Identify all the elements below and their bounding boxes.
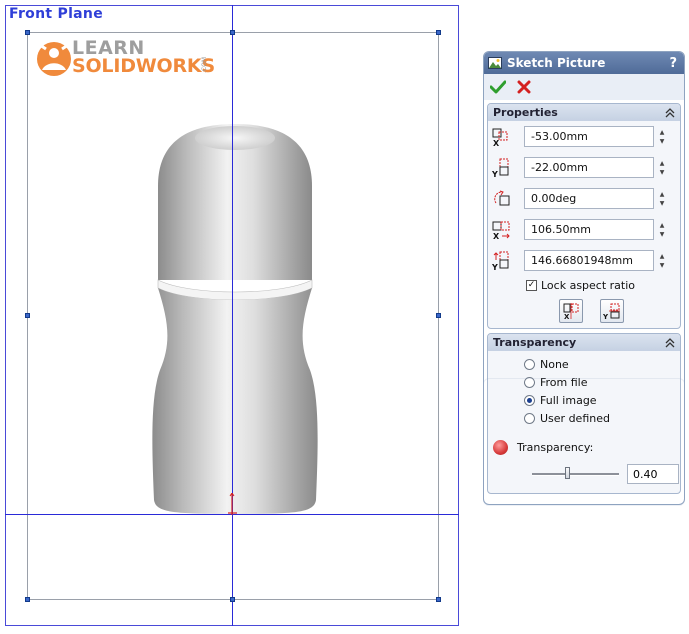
learnsolidworks-logo-icon <box>37 42 71 76</box>
transparency-ball-icon <box>493 439 508 455</box>
resize-handle-bottom-left[interactable] <box>25 597 30 602</box>
width-field[interactable]: 106.50mm <box>524 219 654 240</box>
logo-line2: SOLIDWORKS <box>72 55 215 77</box>
lock-aspect-ratio-label: Lock aspect ratio <box>541 278 636 292</box>
height-row: Y 146.66801948mm ▲ ▼ <box>488 245 680 276</box>
flip-vertical-button[interactable]: Y <box>599 299 624 323</box>
width-icon: X <box>492 221 510 240</box>
transparency-option-full-image[interactable]: Full image <box>488 391 680 409</box>
properties-header-label: Properties <box>493 106 558 119</box>
x-position-icon: X <box>492 128 508 147</box>
height-spinner[interactable]: ▲ ▼ <box>657 250 667 271</box>
lock-aspect-ratio-checkbox[interactable]: ✓ <box>526 279 537 291</box>
logo-wordmark: LEARN SOLIDWORKS <box>72 39 215 77</box>
resize-handle-middle-right[interactable] <box>436 313 441 318</box>
radio-full-image[interactable] <box>524 394 535 406</box>
sketch-origin-icon <box>228 493 237 515</box>
sketch-picture-property-manager: Sketch Picture ? Properties X -53.00mm ▲… <box>483 51 685 505</box>
y-position-icon: Y <box>492 158 509 178</box>
transparency-group-header[interactable]: Transparency <box>488 334 680 351</box>
help-button[interactable]: ? <box>669 56 677 71</box>
option-none-label: None <box>540 357 569 371</box>
transparency-value-field[interactable]: 0.40 <box>627 464 679 484</box>
angle-field[interactable]: 0.00deg <box>524 188 654 209</box>
resize-handle-top-right[interactable] <box>436 30 441 35</box>
transparency-option-user-defined[interactable]: User defined <box>488 409 680 427</box>
flip-vertical-icon: Y <box>603 303 620 320</box>
collapse-chevrons-icon[interactable] <box>665 337 675 348</box>
height-field[interactable]: 146.66801948mm <box>524 250 654 271</box>
option-from-file-label: From file <box>540 375 588 389</box>
transparency-slider-thumb[interactable] <box>565 466 570 479</box>
y-position-row: Y -22.00mm ▲ ▼ <box>488 152 680 183</box>
x-position-spinner[interactable]: ▲ ▼ <box>657 126 667 147</box>
svg-text:Y: Y <box>492 170 498 178</box>
x-position-row: X -53.00mm ▲ ▼ <box>488 121 680 152</box>
option-full-image-label: Full image <box>540 393 597 407</box>
properties-group: Properties X -53.00mm ▲▼ Y -22.00mm ▲▼ <box>487 103 681 329</box>
resize-handle-top-center[interactable] <box>230 30 235 35</box>
action-bar <box>484 74 684 100</box>
flip-buttons: X Y <box>488 294 680 328</box>
transparency-option-none[interactable]: None <box>488 355 680 373</box>
svg-text:X: X <box>564 313 570 320</box>
svg-text:X: X <box>493 232 500 240</box>
resize-handle-bottom-right[interactable] <box>436 597 441 602</box>
logo-suffix: .COM <box>201 57 208 73</box>
radio-from-file[interactable] <box>524 376 535 388</box>
transparency-header-label: Transparency <box>493 336 577 349</box>
transparency-value-row: Transparency: <box>488 435 680 459</box>
transparency-slider-label: Transparency: <box>517 440 594 454</box>
vertical-sketch-line[interactable] <box>232 5 233 626</box>
angle-spinner[interactable]: ▲ ▼ <box>657 188 667 209</box>
property-manager-title: Sketch Picture <box>507 56 606 70</box>
collapse-chevrons-icon[interactable] <box>665 107 675 118</box>
angle-row: 0.00deg ▲ ▼ <box>488 183 680 214</box>
transparency-group: Transparency None From file Full image U… <box>487 333 681 494</box>
flip-horizontal-button[interactable]: X <box>558 299 583 323</box>
resize-handle-bottom-center[interactable] <box>230 597 235 602</box>
graphics-area[interactable]: Front Plane LEARN SOLIDWORKS .COM <box>0 0 470 634</box>
transparency-slider[interactable] <box>532 466 619 479</box>
svg-text:X: X <box>493 139 500 147</box>
cancel-x-icon[interactable] <box>517 80 531 94</box>
height-icon: Y <box>492 251 509 271</box>
svg-text:Y: Y <box>603 313 609 320</box>
properties-group-header[interactable]: Properties <box>488 104 680 121</box>
transparency-slider-row: 0.40 <box>488 459 680 489</box>
radio-user-defined[interactable] <box>524 412 535 424</box>
resize-handle-top-left[interactable] <box>25 30 30 35</box>
transparency-option-from-file[interactable]: From file <box>488 373 680 391</box>
y-position-field[interactable]: -22.00mm <box>524 157 654 178</box>
flip-horizontal-icon: X <box>563 303 578 320</box>
radio-selected-dot <box>527 397 532 403</box>
property-manager-title-bar: Sketch Picture ? <box>484 52 684 74</box>
accept-check-icon[interactable] <box>490 80 506 94</box>
width-spinner[interactable]: ▲ ▼ <box>657 219 667 240</box>
picture-icon <box>488 57 502 69</box>
resize-handle-middle-left[interactable] <box>25 313 30 318</box>
x-position-field[interactable]: -53.00mm <box>524 126 654 147</box>
svg-text:Y: Y <box>492 263 498 271</box>
lock-aspect-ratio-option[interactable]: ✓ Lock aspect ratio <box>488 276 680 294</box>
radio-none[interactable] <box>524 358 535 370</box>
y-position-spinner[interactable]: ▲ ▼ <box>657 157 667 178</box>
rotate-angle-icon <box>494 190 510 205</box>
front-plane-label: Front Plane <box>9 6 103 22</box>
option-user-defined-label: User defined <box>540 411 610 425</box>
product-bottle-image <box>152 124 318 514</box>
width-row: X 106.50mm ▲ ▼ <box>488 214 680 245</box>
